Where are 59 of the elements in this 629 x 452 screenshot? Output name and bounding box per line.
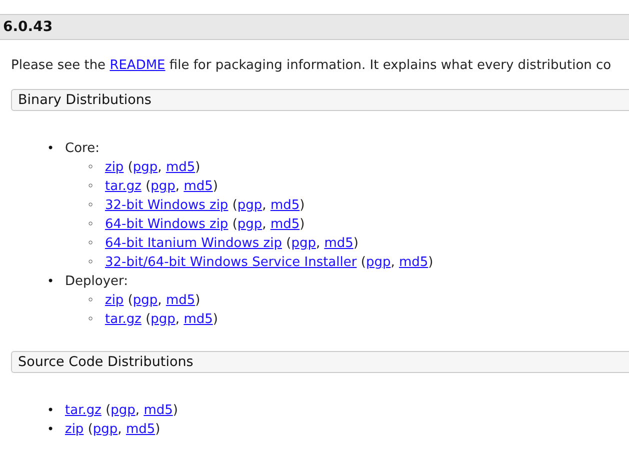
- md5-link[interactable]: md5: [270, 198, 300, 213]
- download-entry: 32-bit/64-bit Windows Service Installer (pgp, md5): [105, 254, 434, 272]
- list-bullet: •: [47, 402, 55, 419]
- section-heading: Source Code Distributions: [11, 351, 629, 373]
- pgp-link[interactable]: pgp: [366, 255, 391, 270]
- group-label: Deployer:: [65, 273, 128, 291]
- section-heading: Binary Distributions: [11, 89, 629, 111]
- download-link[interactable]: tar.gz: [65, 403, 102, 418]
- pgp-link[interactable]: pgp: [92, 422, 118, 437]
- download-link[interactable]: 64-bit Windows zip: [105, 217, 228, 232]
- md5-link[interactable]: md5: [184, 312, 213, 327]
- download-link[interactable]: zip: [65, 422, 84, 437]
- md5-link[interactable]: md5: [166, 293, 196, 308]
- list-bullet: •: [47, 273, 55, 290]
- download-link[interactable]: 64-bit Itanium Windows zip: [105, 236, 282, 251]
- download-entry: tar.gz (pgp, md5): [65, 402, 178, 420]
- md5-link[interactable]: md5: [166, 160, 196, 175]
- download-entry: tar.gz (pgp, md5): [105, 311, 218, 329]
- pgp-link[interactable]: pgp: [150, 179, 176, 194]
- download-link[interactable]: zip: [105, 293, 124, 308]
- pgp-link[interactable]: pgp: [132, 293, 158, 308]
- download-link[interactable]: tar.gz: [105, 179, 142, 194]
- pgp-link[interactable]: pgp: [291, 236, 316, 251]
- pgp-link[interactable]: pgp: [237, 217, 262, 232]
- list-bullet: ◦: [87, 216, 95, 233]
- list-bullet: •: [47, 421, 55, 438]
- group-label: Core:: [65, 140, 100, 158]
- list-bullet: ◦: [87, 178, 95, 195]
- intro-text: Please see the README file for packaging information. It explains what every distribution co: [11, 57, 612, 75]
- download-entry: tar.gz (pgp, md5): [105, 178, 218, 196]
- list-bullet: •: [47, 140, 55, 157]
- list-bullet: ◦: [87, 159, 95, 176]
- md5-link[interactable]: md5: [126, 422, 156, 437]
- download-link[interactable]: 32-bit Windows zip: [105, 198, 228, 213]
- md5-link[interactable]: md5: [144, 403, 173, 418]
- list-bullet: ◦: [87, 254, 95, 271]
- md5-link[interactable]: md5: [398, 255, 428, 270]
- download-entry: 64-bit Windows zip (pgp, md5): [105, 216, 305, 234]
- download-entry: zip (pgp, md5): [105, 292, 200, 310]
- list-bullet: ◦: [87, 235, 95, 252]
- pgp-link[interactable]: pgp: [132, 160, 158, 175]
- download-link[interactable]: zip: [105, 160, 124, 175]
- md5-link[interactable]: md5: [324, 236, 354, 251]
- pgp-link[interactable]: pgp: [110, 403, 136, 418]
- download-entry: 64-bit Itanium Windows zip (pgp, md5): [105, 235, 358, 253]
- download-entry: 32-bit Windows zip (pgp, md5): [105, 197, 305, 215]
- download-link[interactable]: tar.gz: [105, 312, 142, 327]
- md5-link[interactable]: md5: [270, 217, 300, 232]
- download-entry: zip (pgp, md5): [105, 159, 200, 177]
- pgp-link[interactable]: pgp: [237, 198, 262, 213]
- md5-link[interactable]: md5: [184, 179, 213, 194]
- readme-link[interactable]: README: [110, 58, 166, 73]
- list-bullet: ◦: [87, 197, 95, 214]
- list-bullet: ◦: [87, 311, 95, 328]
- version-heading: 6.0.43: [0, 14, 629, 40]
- download-link[interactable]: 32-bit/64-bit Windows Service Installer: [105, 255, 357, 270]
- pgp-link[interactable]: pgp: [150, 312, 176, 327]
- list-bullet: ◦: [87, 292, 95, 309]
- download-entry: zip (pgp, md5): [65, 421, 160, 439]
